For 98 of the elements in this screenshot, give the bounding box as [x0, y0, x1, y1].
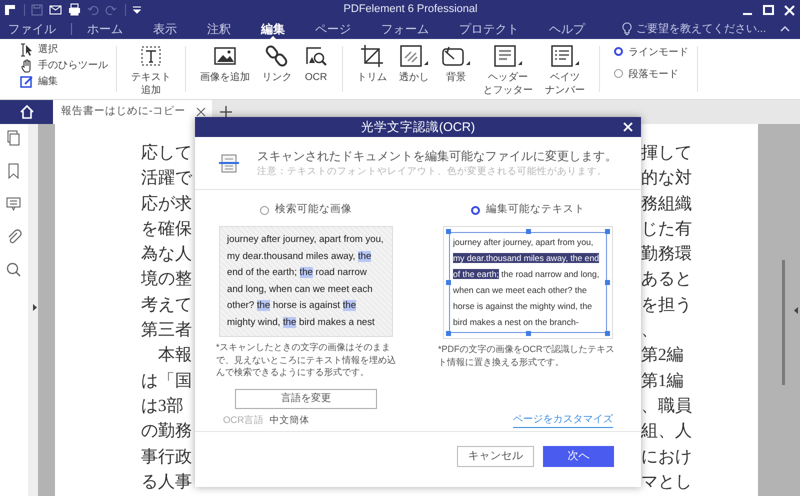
- document-text: 考えて: [141, 294, 192, 316]
- home-button[interactable]: [0, 100, 53, 124]
- change-language-button[interactable]: 言語を変更: [235, 388, 377, 408]
- collapse-panel-icon[interactable]: [794, 307, 798, 314]
- resize-handle[interactable]: [446, 229, 451, 234]
- tool-button[interactable]: 画像を追加: [194, 42, 256, 84]
- document-text: 活躍で: [141, 167, 192, 190]
- tool-button[interactable]: リンク: [256, 42, 298, 84]
- lightbulb-icon: [621, 22, 634, 36]
- collapse-ribbon-icon[interactable]: [780, 25, 790, 33]
- cancel-button[interactable]: キャンセル: [457, 446, 534, 467]
- document-text: 、職員: [641, 394, 693, 417]
- close-icon[interactable]: [196, 107, 206, 117]
- add-tab-icon[interactable]: [220, 106, 232, 118]
- document-text: 本報: [157, 344, 192, 366]
- document-text: 第2編: [641, 344, 684, 366]
- dialog-title: 光学文字認識(OCR): [360, 118, 476, 136]
- document-text: におけ: [641, 446, 693, 468]
- option-description: *スキャンしたときの文字の画像はそのままで、見えないところにテキスト情報を埋め込んで検索できるようにする形式です。: [216, 341, 396, 378]
- document-text: 応が求: [141, 192, 192, 215]
- menu-tab[interactable]: フォーム: [366, 19, 444, 39]
- document-text: は3部: [141, 394, 184, 417]
- resize-handle[interactable]: [605, 229, 610, 234]
- document-text: じた有: [641, 218, 693, 240]
- resize-handle[interactable]: [446, 280, 451, 285]
- resize-handle[interactable]: [526, 229, 530, 234]
- document-text: 事行政: [141, 446, 192, 468]
- mode-radio[interactable]: 段落モード: [614, 64, 688, 86]
- document-text: 応して: [141, 142, 192, 164]
- tool-button[interactable]: ヘッダー とフッター: [477, 42, 539, 97]
- document-text: 、: [641, 319, 659, 342]
- menu-tab[interactable]: 編集: [246, 19, 300, 39]
- home-icon: [18, 104, 34, 120]
- resize-handle[interactable]: [605, 280, 610, 285]
- tool-button[interactable]: 透かし: [393, 42, 435, 84]
- document-text: 的な対: [641, 167, 693, 190]
- caret-icon[interactable]: [132, 4, 142, 16]
- comment-icon[interactable]: [6, 196, 22, 212]
- option-radio[interactable]: 検索可能な画像: [260, 200, 352, 220]
- scrollbar-thumb[interactable]: [782, 260, 785, 385]
- tool-button[interactable]: ベイツ ナンバー: [539, 42, 591, 97]
- pages-icon[interactable]: [6, 130, 22, 146]
- tool-button[interactable]: 手のひらツール: [20, 58, 108, 74]
- document-text: は「国: [141, 370, 192, 392]
- document-text: 組、人: [641, 420, 693, 442]
- dialog-note: 注意：テキストのフォントやレイアウト、色が変更される可能性があります。: [257, 164, 608, 179]
- option-description: *PDFの文字の画像をOCRで認識したテキスト情報に置き換える形式です。: [438, 343, 616, 368]
- next-button[interactable]: 次へ: [543, 446, 614, 467]
- resize-handle[interactable]: [446, 331, 451, 336]
- document-text: 為な人: [141, 243, 192, 266]
- tool-button[interactable]: トリム: [351, 42, 393, 84]
- menu-tab[interactable]: ホーム: [72, 19, 138, 39]
- scanned-text-preview: journey after journey, apart from you, my dear.thousand miles away, the end of the earth; the road narrow and long, when can we meet each other? the horse is against the mighty wind, the bird makes a nest: [219, 226, 393, 337]
- tool-button[interactable]: 選択: [20, 42, 108, 58]
- document-text: の勤務: [141, 420, 192, 442]
- menu-tab[interactable]: 表示: [138, 19, 192, 39]
- menu-tab[interactable]: 注釈: [192, 19, 246, 39]
- ocr-language-label: OCR言語: [223, 414, 264, 428]
- document-text: あると: [641, 268, 693, 290]
- document-text: を担う: [641, 294, 693, 316]
- dialog-heading: スキャンされたドキュメントを編集可能なファイルに変更します。: [257, 148, 617, 165]
- scanner-page-icon: [219, 154, 239, 172]
- maximize-icon[interactable]: [762, 4, 775, 16]
- tool-button[interactable]: 編集: [20, 74, 108, 90]
- mode-radio[interactable]: ラインモード: [614, 42, 688, 64]
- preview-text: journey after journey, apart from you, my dear.thousand miles away, the end of the earth; the road narrow and long, when can we meet each other? the horse is against the mighty wind, the bird makes a nest on the branch-: [453, 236, 600, 329]
- tool-button[interactable]: OCR: [298, 42, 334, 84]
- document-text: 勤務環: [641, 243, 693, 266]
- menu-tab[interactable]: ファイル: [6, 19, 71, 39]
- menu-tab[interactable]: ページ: [300, 19, 366, 39]
- menu-tab[interactable]: プロテクト: [444, 19, 534, 39]
- cursor-icon: [20, 43, 33, 57]
- resize-handle[interactable]: [605, 331, 610, 336]
- document-text: 第三者: [141, 319, 192, 342]
- help-prompt[interactable]: ご要望を教えてください...: [636, 20, 766, 38]
- document-text: マとし: [641, 470, 693, 493]
- close-icon: [623, 122, 633, 132]
- option-radio[interactable]: 編集可能なテキスト: [471, 200, 585, 220]
- search-icon[interactable]: [6, 262, 22, 278]
- resize-handle[interactable]: [526, 331, 530, 336]
- mail-icon[interactable]: [49, 4, 62, 16]
- document-text: を確保: [141, 218, 192, 240]
- tool-button[interactable]: テキスト 追加: [125, 42, 177, 97]
- document-text: る人事: [141, 470, 192, 493]
- document-tab[interactable]: 報告書ーはじめに-コピー: [53, 100, 212, 124]
- hand-icon: [20, 59, 33, 73]
- document-text: 第1編: [641, 370, 684, 392]
- document-text: 務組織: [641, 192, 693, 215]
- edit-icon: [20, 75, 33, 89]
- tool-button[interactable]: 背景: [435, 42, 477, 84]
- print-icon[interactable]: [68, 3, 81, 16]
- window-title: PDFelement 6 Professional: [344, 2, 478, 18]
- ocr-language-value: 中文簡体: [270, 414, 310, 428]
- menu-tab[interactable]: ヘルプ: [534, 19, 600, 39]
- document-text: 揮して: [641, 142, 693, 164]
- customize-page-link[interactable]: ページをカスタマイズ: [513, 412, 613, 428]
- paperclip-icon[interactable]: [6, 229, 22, 245]
- document-text: 境の整: [141, 268, 192, 290]
